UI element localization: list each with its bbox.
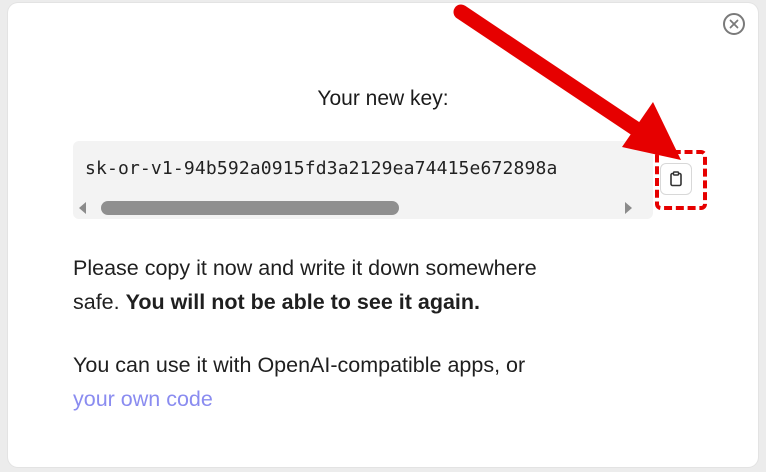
own-code-link[interactable]: your own code xyxy=(73,387,213,411)
warning-line-2-prefix: safe. xyxy=(73,290,126,314)
copy-warning-text: Please copy it now and write it down som… xyxy=(73,251,693,319)
screenshot-stage: Your new key: sk-or-v1-94b592a0915fd3a21… xyxy=(0,0,766,472)
warning-bold-text: You will not be able to see it again. xyxy=(125,290,480,314)
usage-text: You can use it with OpenAI-compatible ap… xyxy=(73,348,693,416)
usage-line: You can use it with OpenAI-compatible ap… xyxy=(73,353,526,377)
warning-line-1: Please copy it now and write it down som… xyxy=(73,256,537,280)
